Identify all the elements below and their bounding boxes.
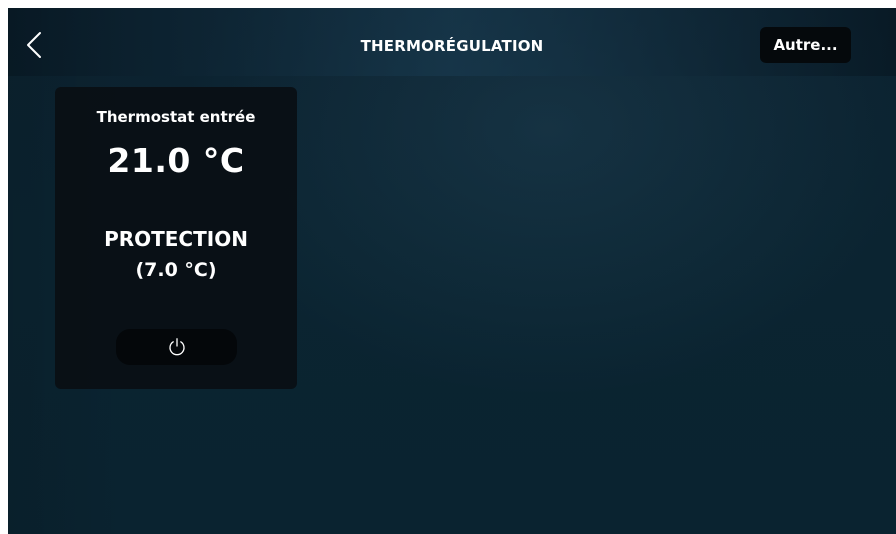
more-button[interactable]: Autre...	[760, 27, 851, 63]
power-icon	[169, 338, 185, 356]
header-bar: Autre...	[8, 8, 896, 76]
power-button[interactable]	[116, 329, 237, 365]
current-temperature: 21.0 °C	[107, 141, 245, 180]
thermostat-setpoint: (7.0 °C)	[135, 259, 217, 281]
thermostat-mode: PROTECTION	[104, 227, 248, 251]
chevron-left-icon	[27, 32, 41, 58]
thermostat-name: Thermostat entrée	[96, 108, 256, 126]
back-button[interactable]	[22, 30, 48, 60]
thermostat-card[interactable]: Thermostat entrée 21.0 °C PROTECTION (7.…	[55, 87, 297, 389]
thermoregulation-screen: Autre... THERMORÉGULATION Thermostat ent…	[8, 8, 896, 534]
